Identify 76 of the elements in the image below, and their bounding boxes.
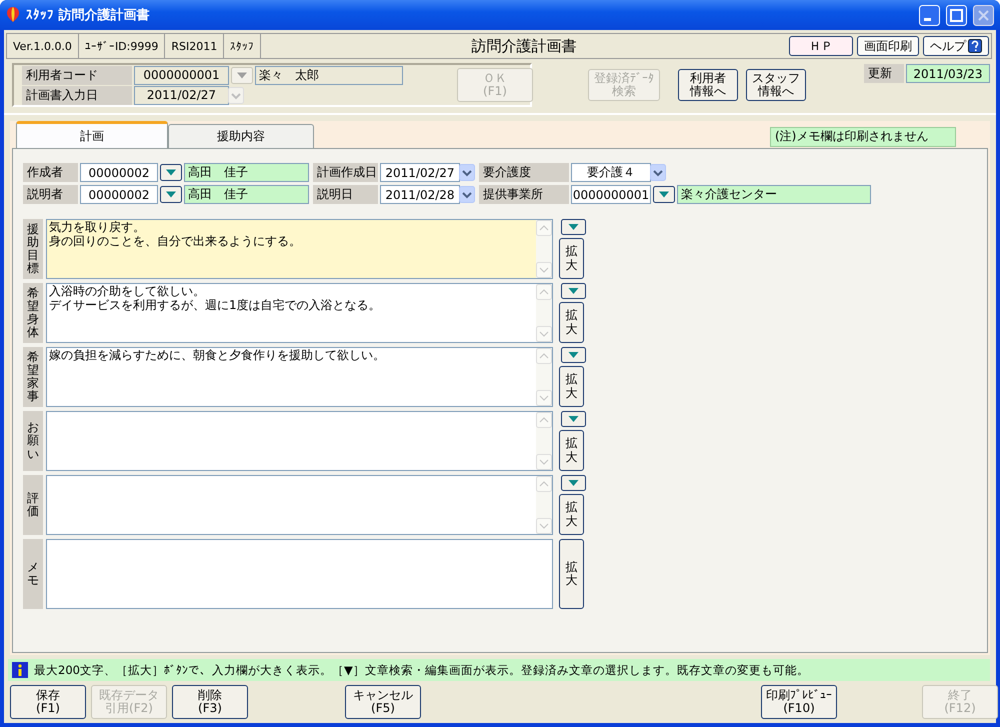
footer-button[interactable]: 保存 (F1) bbox=[10, 685, 86, 719]
text-area[interactable]: 気力を取り戻す。 身の回りのことを、自分で出来るようにする。 bbox=[46, 219, 553, 279]
expand-button[interactable]: 拡大 bbox=[559, 238, 584, 279]
text-area[interactable]: 嫁の負担を減らすために、朝食と夕食作りを援助して欲しい。 bbox=[46, 347, 553, 407]
section-label: 援助目標 bbox=[23, 219, 43, 279]
dropdown-button[interactable] bbox=[160, 164, 182, 181]
footer-button[interactable]: 削除 (F3) bbox=[172, 685, 248, 719]
field-label: 提供事業所 bbox=[479, 185, 569, 204]
tab[interactable]: 援助内容 bbox=[168, 124, 314, 148]
name-field: 高田 佳子 bbox=[184, 163, 309, 182]
name-field: 楽々介護センター bbox=[677, 185, 871, 204]
expand-button[interactable]: 拡大 bbox=[559, 302, 584, 343]
info-cell: ｽﾀｯﾌ bbox=[224, 34, 262, 58]
tab[interactable]: 計画 bbox=[16, 121, 168, 148]
field-label: 計画書入力日 bbox=[22, 86, 132, 104]
field-label: 要介護度 bbox=[479, 163, 569, 182]
screen-title: 訪問介護計画書 bbox=[470, 36, 578, 56]
note-text: (注)メモ欄は印刷されません bbox=[770, 126, 956, 146]
section-label: 希望身体 bbox=[23, 283, 43, 343]
section-label: お願い bbox=[23, 411, 43, 471]
info-cell: ﾕｰｻﾞｰID:9999 bbox=[78, 34, 166, 58]
dropdown-button[interactable] bbox=[653, 186, 675, 203]
info-cell: RSI2011 bbox=[165, 34, 224, 58]
updated-label: 更新 bbox=[864, 64, 904, 83]
expand-button[interactable]: 拡大 bbox=[559, 366, 584, 407]
balloon-icon bbox=[6, 6, 20, 24]
select-field[interactable]: 要介護４ bbox=[571, 163, 651, 182]
header-button[interactable]: 利用者 情報へ bbox=[678, 69, 738, 101]
footer-button[interactable]: キャンセル (F5) bbox=[345, 685, 421, 719]
code-field[interactable]: 00000002 bbox=[80, 163, 158, 182]
dropdown-button[interactable] bbox=[561, 219, 586, 235]
info-cell: Ver.1.0.0.0 bbox=[7, 34, 79, 58]
expand-button[interactable]: 拡大 bbox=[559, 494, 584, 535]
field-label: 作成者 bbox=[23, 163, 78, 182]
footer-button[interactable]: 印刷ﾌﾟﾚﾋﾞｭｰ (F10) bbox=[761, 685, 837, 719]
expand-button[interactable]: 拡大 bbox=[559, 430, 584, 471]
dropdown-button[interactable] bbox=[561, 347, 586, 363]
header-button[interactable]: スタッフ 情報へ bbox=[746, 69, 806, 101]
scrollbar-drawing bbox=[536, 348, 552, 406]
scrollbar-drawing bbox=[536, 476, 552, 534]
toolbar-button[interactable]: 画面印刷 bbox=[857, 36, 919, 56]
scrollbar-drawing bbox=[536, 220, 552, 278]
info-icon bbox=[12, 662, 28, 678]
code-field[interactable]: 00000002 bbox=[80, 185, 158, 204]
section-label: 希望家事 bbox=[23, 347, 43, 407]
maximize-button[interactable] bbox=[946, 4, 967, 26]
help-button[interactable]: ヘルプ bbox=[923, 36, 989, 56]
close-button[interactable] bbox=[973, 4, 994, 26]
text-area[interactable] bbox=[46, 411, 553, 471]
scrollbar-drawing bbox=[536, 284, 552, 342]
updated-date: 2011/03/23 bbox=[906, 64, 990, 83]
section-label: 評価 bbox=[23, 475, 43, 535]
text-area[interactable]: 入浴時の介助をして欲しい。 デイサービスを利用するが、週に1度は自宅での入浴となる。 bbox=[46, 283, 553, 343]
user-name-field: 楽々 太郎 bbox=[255, 66, 403, 84]
minimize-button[interactable] bbox=[919, 4, 940, 26]
field-label: 説明日 bbox=[313, 185, 378, 204]
text-area[interactable] bbox=[46, 475, 553, 535]
dropdown-button[interactable] bbox=[561, 411, 586, 427]
scrollbar-drawing bbox=[536, 412, 552, 470]
window-title: ｽﾀｯﾌ 訪問介護計画書 bbox=[26, 6, 151, 24]
field-label: 計画作成日 bbox=[313, 163, 378, 182]
dropdown-button[interactable] bbox=[160, 186, 182, 203]
dropdown-button[interactable] bbox=[561, 283, 586, 299]
dropdown-button[interactable] bbox=[561, 475, 586, 491]
status-message: 最大200文字、［拡大］ﾎﾞﾀﾝで、入力欄が大きく表示。［▼］文章検索・編集画面が表示。登録済み文章の選択します。既存文章の変更も可能。 bbox=[34, 662, 809, 678]
text-area[interactable] bbox=[46, 539, 553, 609]
toolbar-button[interactable]: ＨＰ bbox=[789, 36, 853, 56]
date-field[interactable]: 2011/02/28 bbox=[380, 185, 460, 204]
field-label: 説明者 bbox=[23, 185, 78, 204]
help-icon bbox=[968, 39, 982, 53]
field-label: 利用者コード bbox=[22, 66, 132, 84]
name-field: 高田 佳子 bbox=[184, 185, 309, 204]
expand-button[interactable]: 拡大 bbox=[559, 539, 584, 609]
section-label: メモ bbox=[23, 539, 43, 609]
date-field[interactable]: 2011/02/27 bbox=[380, 163, 460, 182]
code-field[interactable]: 0000000001 bbox=[571, 185, 651, 204]
